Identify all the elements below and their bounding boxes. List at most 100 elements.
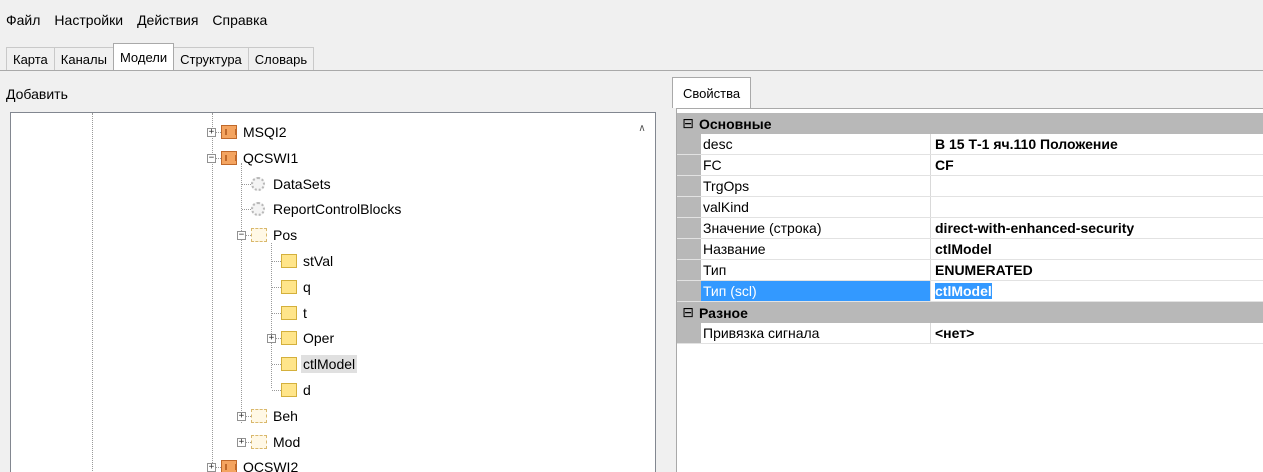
property-value-text: В 15 Т-1 яч.110 Положение [935, 136, 1118, 152]
property-value[interactable] [931, 176, 1263, 196]
property-grid: ⊟ Основные desc В 15 Т-1 яч.110 Положение… [677, 113, 1263, 344]
tree-node-label[interactable]: Oper [301, 329, 336, 347]
property-name[interactable]: Значение (строка) [701, 218, 931, 238]
folder-icon [281, 305, 297, 320]
expand-icon[interactable]: + [207, 463, 216, 472]
property-name[interactable]: Название [701, 239, 931, 259]
scroll-up-arrow-icon[interactable]: ∧ [635, 123, 649, 135]
tree-node-label[interactable]: QCSWI2 [241, 458, 300, 472]
collapse-icon[interactable]: ⊟ [681, 304, 695, 321]
row-gutter [677, 155, 701, 175]
category-misc-title: Разное [699, 304, 748, 321]
property-value[interactable]: CF [931, 155, 1263, 175]
tree-connector [242, 183, 251, 185]
category-main-title: Основные [699, 115, 772, 132]
tree-guide-root [92, 113, 93, 472]
model-icon [221, 125, 237, 139]
property-row[interactable]: Привязка сигнала <нет> [677, 323, 1263, 344]
property-value[interactable]: ctlModel [931, 239, 1263, 259]
property-name[interactable]: valKind [701, 197, 931, 217]
folder-icon [281, 254, 297, 268]
property-row[interactable]: Тип ENUMERATED [677, 260, 1263, 281]
property-name[interactable]: Привязка сигнала [701, 323, 931, 343]
tree-node-label[interactable]: Beh [271, 407, 300, 425]
model-icon [221, 150, 237, 165]
collapse-icon[interactable]: − [237, 231, 246, 241]
model-icon [221, 460, 237, 472]
menu-actions[interactable]: Действия [131, 12, 206, 28]
menu-help[interactable]: Справка [206, 12, 275, 28]
category-main[interactable]: ⊟ Основные [677, 113, 1263, 134]
tree-node-label[interactable]: QCSWI1 [241, 149, 300, 167]
tab-map[interactable]: Карта [6, 47, 55, 70]
property-value-text: ENUMERATED [935, 262, 1033, 278]
property-name[interactable]: FC [701, 155, 931, 175]
property-name[interactable]: TrgOps [701, 176, 931, 196]
tab-channels[interactable]: Каналы [53, 47, 114, 70]
property-value[interactable]: ctlModel [931, 281, 1263, 301]
tab-divider [0, 70, 1263, 71]
tree-node-label[interactable]: MSQI2 [241, 123, 289, 141]
property-value[interactable] [931, 197, 1263, 217]
property-row[interactable]: desc В 15 Т-1 яч.110 Положение [677, 134, 1263, 155]
expand-icon[interactable]: + [237, 437, 246, 447]
property-name[interactable]: Тип (scl) [701, 281, 931, 301]
property-row[interactable]: TrgOps [677, 176, 1263, 197]
panel-splitter[interactable] [660, 78, 668, 472]
property-value[interactable]: В 15 Т-1 яч.110 Положение [931, 134, 1263, 154]
model-tree[interactable]: + MSQI2 − QCSWI1 DataSets ReportControlBlocks… [10, 112, 656, 472]
tree-node-label[interactable]: DataSets [271, 175, 333, 193]
collapse-icon[interactable]: − [207, 153, 216, 163]
tree-node-label[interactable]: Mod [271, 433, 302, 451]
tree-node-label[interactable]: ctlModel [301, 355, 358, 374]
folder-icon [281, 383, 297, 397]
row-gutter [677, 323, 701, 343]
property-row[interactable]: Название ctlModel [677, 239, 1263, 260]
tree-node-label[interactable]: d [301, 381, 313, 399]
tree-guide-level3 [271, 243, 272, 388]
expand-icon[interactable]: + [207, 128, 216, 137]
tab-structure[interactable]: Структура [173, 47, 249, 70]
tree-node-label[interactable]: ReportControlBlocks [271, 200, 403, 218]
add-button[interactable]: Добавить [0, 80, 660, 108]
tree-connector [272, 390, 281, 391]
property-value[interactable]: <нет> [931, 323, 1263, 343]
property-value-text: ctlModel [935, 241, 992, 257]
tree-node-label[interactable]: stVal [301, 252, 335, 270]
row-gutter [677, 176, 701, 196]
folder-icon [281, 357, 297, 372]
menu-settings[interactable]: Настройки [48, 12, 131, 28]
tree-node-label[interactable]: q [301, 278, 313, 296]
gear-icon [251, 176, 265, 191]
row-gutter [677, 218, 701, 238]
tree-node-label[interactable]: t [301, 304, 309, 322]
main-tabs: Карта Каналы Модели Структура Словарь [6, 43, 315, 70]
tab-models[interactable]: Модели [112, 43, 175, 70]
tree-connector [272, 261, 281, 262]
menu-file[interactable]: Файл [0, 12, 48, 28]
property-name[interactable]: desc [701, 134, 931, 154]
property-value-text: ctlModel [935, 283, 992, 299]
expand-icon[interactable]: + [267, 334, 276, 344]
property-value[interactable]: ENUMERATED [931, 260, 1263, 280]
row-gutter [677, 281, 701, 301]
tree-node-label[interactable]: Pos [271, 226, 299, 244]
row-gutter [677, 134, 701, 154]
property-value[interactable]: direct-with-enhanced-security [931, 218, 1263, 238]
category-misc[interactable]: ⊟ Разное [677, 302, 1263, 323]
gear-icon [251, 202, 265, 217]
property-row[interactable]: FC CF [677, 155, 1263, 176]
tab-properties[interactable]: Свойства [672, 77, 752, 108]
collapse-icon[interactable]: ⊟ [681, 115, 695, 132]
property-row[interactable]: valKind [677, 197, 1263, 218]
row-gutter [677, 239, 701, 259]
tab-dictionary[interactable]: Словарь [247, 47, 315, 70]
tree-connector [242, 209, 251, 211]
tree-guide-level2 [241, 163, 242, 423]
property-name[interactable]: Тип [701, 260, 931, 280]
property-row[interactable]: Тип (scl) ctlModel [677, 281, 1263, 302]
expand-icon[interactable]: + [237, 411, 246, 421]
property-row[interactable]: Значение (строка) direct-with-enhanced-se… [677, 218, 1263, 239]
tree-connector [272, 364, 281, 366]
tree-connector [272, 286, 281, 288]
